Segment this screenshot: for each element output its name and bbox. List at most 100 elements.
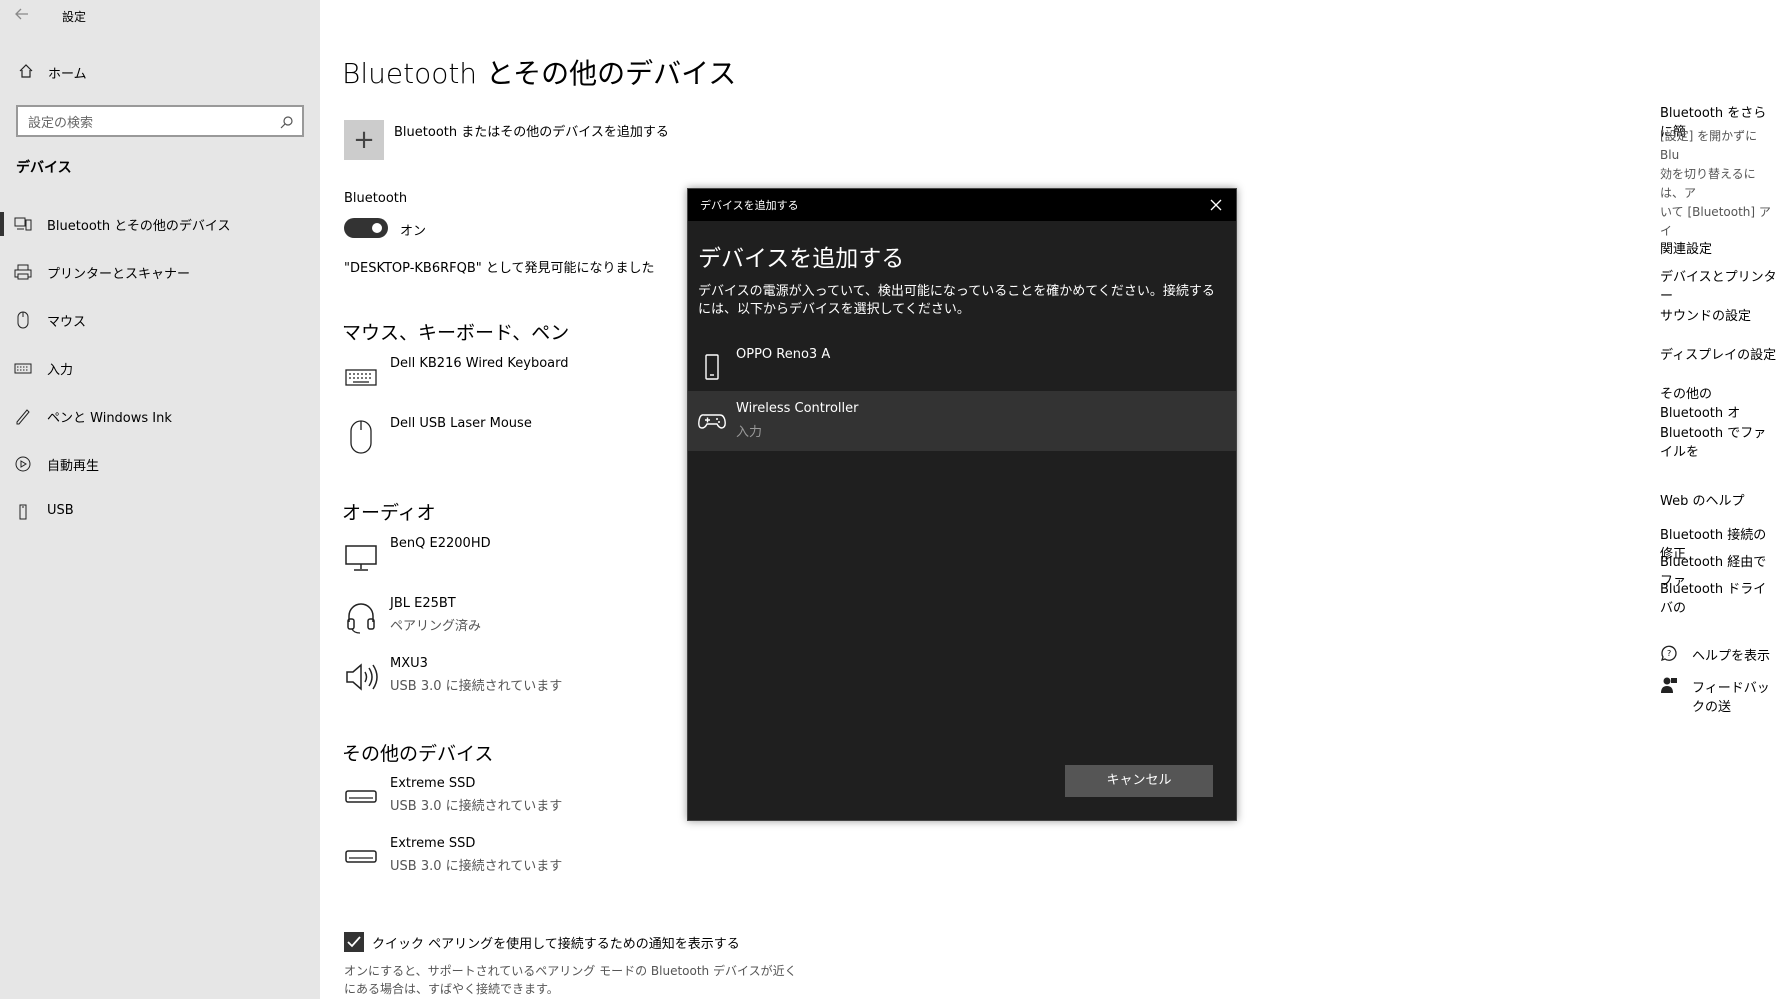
sidebar-item-bluetooth[interactable]: Bluetooth とその他のデバイス [0,202,320,246]
sidebar-item-label: プリンターとスキャナー [47,267,191,282]
link-sound-settings[interactable]: サウンドの設定 [1660,305,1751,324]
plus-icon: + [353,125,375,155]
bluetooth-toggle[interactable] [344,218,388,238]
sidebar-home-label: ホーム [48,67,87,82]
monitor-icon [344,540,378,574]
link-other-bluetooth[interactable]: その他の Bluetooth オ [1660,383,1778,421]
printer-icon [14,263,32,281]
drive-icon [344,780,378,814]
device-name: Extreme SSD [390,836,476,851]
toggle-state-label: オン [400,224,427,239]
keyboard-icon [14,359,32,377]
dialog-title: デバイスを追加する [700,199,799,212]
add-device-label[interactable]: Bluetooth またはその他のデバイスを追加する [394,121,669,140]
device-item[interactable]: Dell USB Laser Mouse [344,416,704,468]
sidebar-item-label: ペンと Windows Ink [47,411,172,426]
sidebar-item-label: USB [47,503,74,518]
toggle-knob [372,223,382,233]
search-placeholder: 設定の検索 [28,116,94,131]
pen-icon [14,407,32,425]
sidebar-item-mouse[interactable]: マウス [0,298,320,342]
sidebar-item-pen[interactable]: ペンと Windows Ink [0,394,320,438]
device-item[interactable]: BenQ E2200HD [344,536,704,588]
sidebar-item-label: 入力 [47,363,74,378]
add-device-dialog: デバイスを追加する デバイスを追加する デバイスの電源が入っていて、検出可能にな… [687,188,1237,821]
gamepad-icon [698,407,726,435]
sidebar-item-label: マウス [47,315,87,330]
section-title-audio: オーディオ [342,502,436,524]
cancel-button[interactable]: キャンセル [1065,765,1213,797]
speaker-icon [344,660,378,694]
related-settings-heading: 関連設定 [1660,242,1713,257]
sidebar-item-label: Bluetooth とその他のデバイス [47,219,231,234]
device-name: Wireless Controller [736,401,859,416]
feedback-icon [1660,676,1680,696]
link-bluetooth-files[interactable]: Bluetooth でファイルを [1660,422,1778,460]
device-name: BenQ E2200HD [390,536,491,551]
back-arrow-icon[interactable] [14,6,34,26]
sidebar-section-title: デバイス [16,160,72,176]
search-icon[interactable] [280,114,294,129]
page-title: Bluetooth とその他のデバイス [342,57,737,90]
device-name: Dell USB Laser Mouse [390,416,532,431]
sidebar: 設定 ホーム 設定の検索 デバイス Bluetooth とその他のデバイス プリ… [0,0,320,999]
add-device-button[interactable]: + [344,120,384,160]
quick-pair-description: オンにすると、サポートされているペアリング モードの Bluetooth デバイ… [344,964,797,996]
dialog-titlebar: デバイスを追加する [688,189,1236,221]
headset-icon [344,600,378,634]
autoplay-icon [14,455,32,473]
device-status: 入力 [736,425,763,440]
device-status: USB 3.0 に接続されています [390,799,563,814]
link-web-help-3[interactable]: Bluetooth ドライバの [1660,578,1778,616]
sidebar-item-typing[interactable]: 入力 [0,346,320,390]
drive-icon [344,840,378,874]
more-bluetooth-text: [設定] を開かずに Blu 効を切り替えるには、ア いて [Bluetooth… [1660,127,1778,241]
sidebar-item-usb[interactable]: USB [0,490,320,534]
help-link[interactable]: ヘルプを表示 [1692,645,1770,664]
device-name: OPPO Reno3 A [736,347,831,362]
dialog-heading: デバイスを追加する [698,246,905,272]
dialog-device-item-selected[interactable]: Wireless Controller 入力 [688,391,1236,451]
quick-pair-label[interactable]: クイック ペアリングを使用して接続するための通知を表示する [372,933,740,952]
link-devices-printers[interactable]: デバイスとプリンター [1660,266,1778,304]
sidebar-item-autoplay[interactable]: 自動再生 [0,442,320,486]
dialog-description: デバイスの電源が入っていて、検出可能になっていることを確かめてください。接続する… [698,284,1215,317]
home-icon [18,63,34,79]
section-title-input-devices: マウス、キーボード、ペン [342,322,570,344]
web-help-heading: Web のヘルプ [1660,494,1745,509]
device-name: JBL E25BT [390,596,456,611]
window-title: 設定 [62,10,87,24]
checkmark-icon [347,936,361,948]
discoverable-text: "DESKTOP-KB6RFQB" として発見可能になりました [344,261,655,276]
bluetooth-devices-icon [14,215,32,233]
dialog-device-item[interactable]: OPPO Reno3 A [688,337,1236,397]
close-icon[interactable] [1204,193,1228,217]
sidebar-item-label: 自動再生 [47,459,100,474]
text-line: 効を切り替えるには、ア [1660,167,1756,200]
link-display-settings[interactable]: ディスプレイの設定 [1660,344,1776,363]
quick-pair-checkbox[interactable] [344,932,364,952]
device-item[interactable]: Extreme SSD USB 3.0 に接続されています [344,836,704,888]
usb-icon [14,503,32,521]
device-item[interactable]: Dell KB216 Wired Keyboard [344,356,704,408]
device-item[interactable]: Extreme SSD USB 3.0 に接続されています [344,776,704,828]
text-line: [設定] を開かずに Blu [1660,129,1758,162]
device-status: USB 3.0 に接続されています [390,679,563,694]
feedback-link[interactable]: フィードバックの送 [1692,677,1778,715]
mouse-icon [344,420,378,454]
device-status: USB 3.0 に接続されています [390,859,563,874]
mouse-icon [14,311,32,329]
svg-text:?: ? [1667,649,1671,658]
help-icon: ? [1660,644,1680,664]
sidebar-home[interactable]: ホーム [0,60,320,84]
phone-icon [698,353,726,381]
keyboard-icon [344,360,378,394]
search-input[interactable]: 設定の検索 [16,105,304,137]
sidebar-item-printers[interactable]: プリンターとスキャナー [0,250,320,294]
device-item[interactable]: MXU3 USB 3.0 に接続されています [344,656,704,708]
device-name: Extreme SSD [390,776,476,791]
selection-indicator [0,212,4,236]
section-title-other: その他のデバイス [342,743,494,765]
device-item[interactable]: JBL E25BT ペアリング済み [344,596,704,648]
text-line: いて [Bluetooth] アイ [1660,205,1771,238]
